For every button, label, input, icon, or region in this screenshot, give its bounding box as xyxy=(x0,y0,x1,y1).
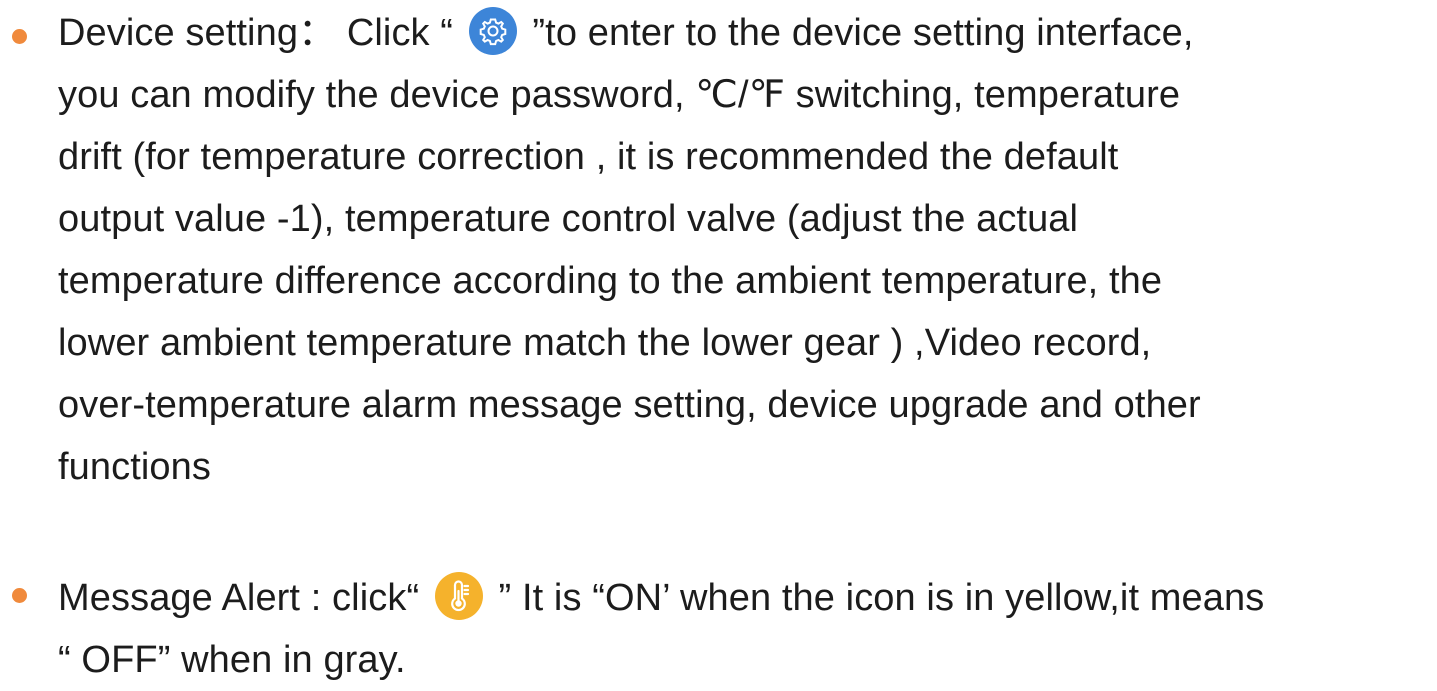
text-line: lower ambient temperature match the lowe… xyxy=(58,322,1152,364)
text-line: Device setting： Click “ ”to enter to the… xyxy=(58,2,1428,64)
text-segment: Message Alert : click“ xyxy=(58,577,420,619)
text-line: output value -1), temperature control va… xyxy=(58,198,1079,240)
thermometer-icon xyxy=(434,571,484,621)
text-line: you can modify the device password, ℃/℉ … xyxy=(58,74,1181,116)
gear-icon xyxy=(468,6,518,56)
message-alert-text: Message Alert : click“ ” It is “ON’ when… xyxy=(58,567,1428,691)
text-segment: ”to enter to the device setting interfac… xyxy=(532,12,1194,54)
text-line: temperature difference according to the … xyxy=(58,260,1163,302)
bullet-icon xyxy=(12,588,27,603)
text-line: functions xyxy=(58,446,211,488)
text-line: “ OFF” when in gray. xyxy=(58,639,406,681)
bullet-icon xyxy=(12,29,27,44)
text-line: over-temperature alarm message setting, … xyxy=(58,384,1201,426)
text-segment: Device setting： Click “ xyxy=(58,12,454,54)
text-segment: ” It is “ON’ when the icon is in yellow,… xyxy=(498,577,1265,619)
text-line: drift (for temperature correction , it i… xyxy=(58,136,1119,178)
text-line: Message Alert : click“ ” It is “ON’ when… xyxy=(58,567,1428,629)
device-setting-text: Device setting： Click “ ”to enter to the… xyxy=(58,2,1428,498)
